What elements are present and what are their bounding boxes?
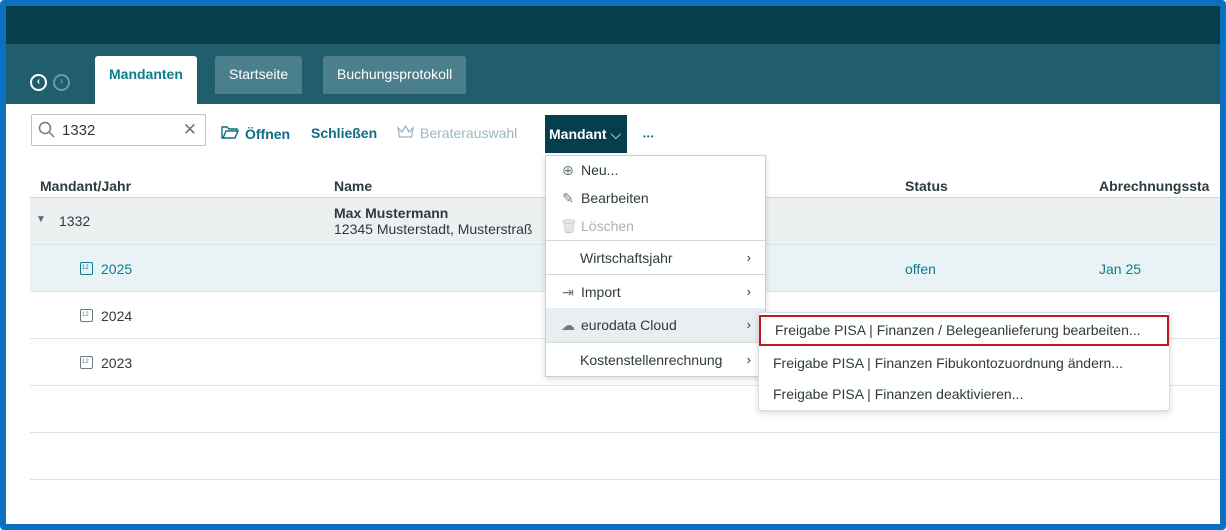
client-name: Max Mustermann [334,205,449,221]
column-header-mandant-jahr[interactable]: Mandant/Jahr [40,178,131,194]
menu-item-eurodata-cloud[interactable]: ☁︎ eurodata Cloud › [546,308,765,342]
arrow-left-circle-icon[interactable]: ‹ [30,74,47,91]
column-header-name[interactable]: Name [334,178,372,194]
clear-search-icon[interactable]: ✕ [183,120,197,140]
mandant-dropdown-menu: ⊕ Neu... ✎ Bearbeiten 🗑︎ Löschen Wirtschaft… [545,155,766,377]
advisor-label: Beraterauswahl [420,125,518,141]
close-label: Schließen [311,125,378,141]
more-options-icon[interactable]: ••• [643,132,654,141]
calendar-icon [80,262,93,275]
arrow-right-circle-icon[interactable]: › [53,74,70,91]
chevron-right-icon: › [746,352,751,367]
collapse-caret-icon[interactable]: ▼ [36,214,46,225]
history-nav: ‹ › [30,74,70,91]
plus-circle-icon: ⊕ [562,162,574,178]
calendar-icon [80,309,93,322]
menu-item-delete[interactable]: 🗑︎ Löschen [546,212,765,240]
menu-item-import[interactable]: ⇥ Import › [546,274,765,308]
column-header-status[interactable]: Status [905,178,948,194]
search-icon [38,121,56,139]
import-icon: ⇥ [562,284,574,300]
mandant-menu-button[interactable]: Mandant ⌵ [545,115,627,153]
year-cell: 2024 [80,308,132,324]
chevron-down-icon: ⌵ [610,126,622,142]
tab-startseite[interactable]: Startseite [215,56,303,94]
billing-cell: Jan 25 [1099,261,1142,277]
open-button[interactable]: Öffnen [221,125,290,142]
chevron-right-icon: › [746,250,751,265]
folder-open-icon [221,125,240,142]
submenu-item-change-account-mapping[interactable]: Freigabe PISA | Finanzen Fibukontozuordn… [759,348,1169,379]
year-cell: 2025 [80,261,132,277]
eurodata-cloud-submenu: Freigabe PISA | Finanzen / Belegeanliefe… [758,312,1170,411]
title-bar [6,6,1220,44]
menu-item-edit[interactable]: ✎ Bearbeiten [546,184,765,212]
search-value: 1332 [62,122,96,139]
pencil-icon: ✎ [562,190,574,206]
status-cell: offen [905,261,936,277]
search-input[interactable]: 1332 ✕ [31,114,206,146]
empty-row [30,433,1220,480]
mandant-label: Mandant [549,126,607,142]
calendar-icon [80,356,93,369]
year-cell: 2023 [80,355,132,371]
empty-row [30,480,1220,524]
close-button[interactable]: Schließen [311,125,377,141]
menu-item-fiscal-year[interactable]: Wirtschaftsjahr › [546,240,765,274]
app-window: ‹ › Mandanten Startseite Buchungsprotoko… [0,0,1226,530]
open-label: Öffnen [245,125,291,142]
client-address: 12345 Musterstadt, Musterstraß [334,221,533,237]
chevron-right-icon: › [746,317,751,332]
crown-icon [397,124,414,141]
toolbar: 1332 ✕ Öffnen Schließen Beraterauswahl M… [6,104,1220,160]
submenu-item-release-edit[interactable]: Freigabe PISA | Finanzen / Belegeanliefe… [759,315,1169,346]
column-header-abrechnungsstand[interactable]: Abrechnungssta [1099,178,1209,194]
tab-buchungsprotokoll[interactable]: Buchungsprotokoll [323,56,467,94]
advisor-select-button[interactable]: Beraterauswahl [397,124,518,141]
submenu-item-deactivate[interactable]: Freigabe PISA | Finanzen deaktivieren... [759,379,1169,410]
trash-icon: 🗑︎ [560,218,578,234]
menu-item-cost-center[interactable]: Kostenstellenrechnung › [546,342,765,376]
cloud-icon: ☁︎ [561,317,575,333]
chevron-right-icon: › [746,284,751,299]
tab-mandanten[interactable]: Mandanten [95,56,197,104]
menu-item-new[interactable]: ⊕ Neu... [546,156,765,184]
group-id: 1332 [59,213,91,229]
